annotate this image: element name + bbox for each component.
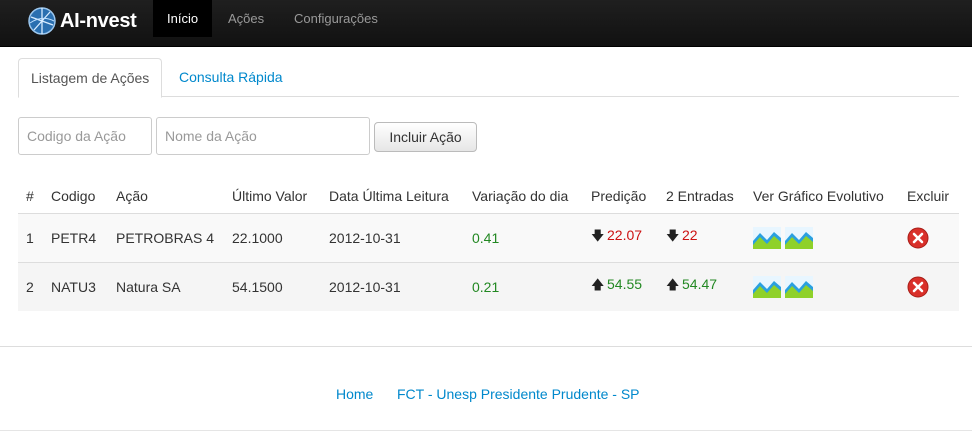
- col-grafico: Ver Gráfico Evolutivo: [745, 178, 899, 214]
- row-entradas: 54.47: [682, 276, 718, 292]
- tab-bar: Listagem de Ações Consulta Rápida: [18, 58, 959, 98]
- col-codigo: Codigo: [43, 178, 108, 214]
- row-entradas-cell: 🡇 22: [658, 213, 745, 263]
- row-entradas: 22: [682, 227, 698, 243]
- footer-home-link[interactable]: Home: [336, 386, 373, 402]
- area-chart-icon[interactable]: [785, 276, 813, 298]
- nome-input[interactable]: [156, 117, 370, 155]
- col-acao: Ação: [108, 178, 224, 214]
- row-variacao: 0.41: [464, 213, 583, 263]
- brand[interactable]: AI-nvest: [26, 6, 137, 36]
- tab-listagem[interactable]: Listagem de Ações: [18, 58, 163, 98]
- nav-configuracoes[interactable]: Configurações: [280, 0, 392, 37]
- col-num: #: [18, 178, 43, 214]
- nav-acoes[interactable]: Ações: [214, 0, 278, 37]
- row-acao: Natura SA: [108, 262, 224, 311]
- arrow-down-icon: 🡇: [666, 228, 680, 243]
- col-variacao: Variação do dia: [464, 178, 583, 214]
- navbar: AI-nvest Início Ações Configurações: [0, 0, 972, 47]
- row-predicao-cell: 🡅 54.55: [583, 262, 658, 311]
- stocks-table: # Codigo Ação Último Valor Data Última L…: [18, 178, 959, 311]
- table-row: 1 PETR4 PETROBRAS 4 22.1000 2012-10-31 0…: [18, 213, 959, 263]
- row-data: 2012-10-31: [321, 213, 464, 263]
- col-entradas: 2 Entradas: [658, 178, 745, 214]
- row-predicao-cell: 🡇 22.07: [583, 213, 658, 263]
- row-num: 2: [18, 262, 43, 311]
- row-variacao: 0.21: [464, 262, 583, 311]
- row-grafico-cell: [745, 262, 899, 311]
- area-chart-icon[interactable]: [753, 276, 781, 298]
- row-grafico-cell: [745, 213, 899, 263]
- nav-inicio[interactable]: Início: [153, 0, 213, 37]
- footer-bottom-divider: [0, 430, 972, 431]
- col-excluir: Excluir: [899, 178, 959, 214]
- row-predicao: 22.07: [607, 227, 643, 243]
- codigo-input[interactable]: [18, 117, 152, 155]
- area-chart-icon[interactable]: [753, 227, 781, 249]
- delete-icon[interactable]: [907, 276, 929, 298]
- footer-divider: [0, 346, 972, 347]
- footer-org-link[interactable]: FCT - Unesp Presidente Prudente - SP: [397, 386, 640, 402]
- row-codigo: NATU3: [43, 262, 108, 311]
- row-acao: PETROBRAS 4: [108, 213, 224, 263]
- row-ultimo-valor: 22.1000: [224, 213, 321, 263]
- table-header-row: # Codigo Ação Último Valor Data Última L…: [18, 178, 959, 214]
- area-chart-icon[interactable]: [785, 227, 813, 249]
- table-row: 2 NATU3 Natura SA 54.1500 2012-10-31 0.2…: [18, 262, 959, 311]
- incluir-acao-button[interactable]: Incluir Ação: [374, 122, 477, 152]
- arrow-down-icon: 🡇: [591, 228, 605, 243]
- delete-icon[interactable]: [907, 227, 929, 249]
- col-data: Data Última Leitura: [321, 178, 464, 214]
- row-predicao: 54.55: [607, 276, 643, 292]
- col-predicao: Predição: [583, 178, 658, 214]
- brand-name: AI-nvest: [60, 9, 137, 32]
- arrow-up-icon: 🡅: [591, 277, 605, 292]
- row-excluir-cell: [899, 213, 959, 263]
- col-ultimo-valor: Último Valor: [224, 178, 321, 214]
- row-excluir-cell: [899, 262, 959, 311]
- tab-consulta-rapida[interactable]: Consulta Rápida: [167, 58, 295, 96]
- row-codigo: PETR4: [43, 213, 108, 263]
- row-num: 1: [18, 213, 43, 263]
- globe-logo-icon: [28, 7, 56, 35]
- row-entradas-cell: 🡅 54.47: [658, 262, 745, 311]
- arrow-up-icon: 🡅: [666, 277, 680, 292]
- row-ultimo-valor: 54.1500: [224, 262, 321, 311]
- row-data: 2012-10-31: [321, 262, 464, 311]
